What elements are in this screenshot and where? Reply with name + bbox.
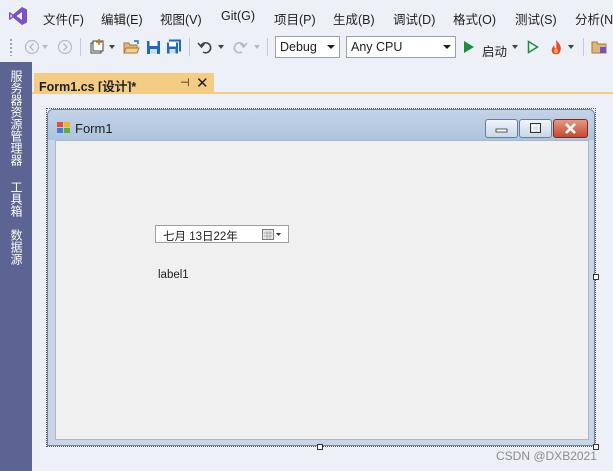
- form-icon: [57, 122, 70, 133]
- datetimepicker[interactable]: 七月 13日22年: [155, 225, 289, 243]
- open-folder-icon[interactable]: [121, 37, 141, 57]
- form-title: Form1: [75, 121, 113, 136]
- tab-form1-designer[interactable]: Form1.cs [设计]* ⊣ ✕: [34, 73, 214, 94]
- watermark: CSDN @DXB2021: [496, 449, 597, 463]
- minimize-icon: [495, 128, 508, 133]
- data-sources-tab[interactable]: 数据源: [8, 229, 24, 265]
- platform-dropdown[interactable]: Any CPU: [346, 36, 456, 58]
- maximize-icon: [530, 123, 541, 133]
- calendar-dropdown-icon[interactable]: [262, 228, 284, 244]
- menu-format[interactable]: 格式(O): [453, 9, 496, 28]
- toolbar-separator: [189, 38, 190, 56]
- menu-edit[interactable]: 编辑(E): [101, 9, 143, 28]
- redo-icon[interactable]: [230, 37, 250, 57]
- menu-test[interactable]: 测试(S): [515, 9, 557, 28]
- caption-buttons: [485, 119, 588, 138]
- toolbox-tab[interactable]: 工具箱: [8, 181, 24, 217]
- menu-view[interactable]: 视图(V): [160, 9, 202, 28]
- close-icon: [565, 123, 576, 134]
- form-window[interactable]: Form1: [47, 109, 595, 446]
- menu-build[interactable]: 生成(B): [333, 9, 375, 28]
- server-explorer-tab[interactable]: 服务器资源管理器: [8, 70, 24, 166]
- new-project-icon[interactable]: [87, 37, 107, 57]
- close-icon[interactable]: ✕: [196, 74, 209, 92]
- configuration-value: Debug: [280, 40, 317, 54]
- menu-file[interactable]: 文件(F): [43, 9, 84, 28]
- menu-git[interactable]: Git(G): [221, 9, 255, 23]
- close-button[interactable]: [553, 119, 588, 138]
- standard-toolbar: Debug Any CPU 启动: [0, 32, 613, 62]
- form-client-area[interactable]: [55, 140, 589, 440]
- save-all-icon[interactable]: [164, 37, 184, 57]
- hot-reload-dropdown-icon[interactable]: [566, 37, 576, 57]
- menu-project[interactable]: 项目(P): [274, 9, 316, 28]
- platform-value: Any CPU: [351, 40, 403, 54]
- toolbar-separator: [583, 38, 584, 56]
- chevron-down-icon: [327, 45, 335, 49]
- side-tool-window-bar: 服务器资源管理器 工具箱 数据源: [0, 62, 32, 471]
- menu-analyze[interactable]: 分析(N: [575, 9, 613, 28]
- save-icon[interactable]: [143, 37, 163, 57]
- minimize-button[interactable]: [485, 119, 518, 138]
- toolbar-separator: [80, 38, 81, 56]
- back-dropdown-icon[interactable]: [40, 37, 50, 57]
- start-icon[interactable]: [461, 37, 477, 57]
- undo-icon[interactable]: [195, 37, 215, 57]
- form-titlebar[interactable]: Form1: [48, 110, 594, 140]
- pin-icon[interactable]: ⊣: [180, 76, 190, 89]
- configuration-dropdown[interactable]: Debug: [275, 36, 340, 58]
- resize-handle-right[interactable]: [593, 274, 599, 280]
- datetimepicker-value: 七月 13日22年: [163, 231, 238, 243]
- chevron-down-icon: [443, 45, 451, 49]
- forward-icon[interactable]: [55, 37, 75, 57]
- start-without-debug-icon[interactable]: [525, 37, 541, 57]
- undo-dropdown-icon[interactable]: [216, 37, 226, 57]
- toolbar-grip[interactable]: [9, 38, 13, 56]
- hot-reload-icon[interactable]: [546, 37, 566, 57]
- visual-studio-logo-icon[interactable]: [8, 6, 28, 26]
- toolbar-separator: [267, 38, 268, 56]
- menu-bar: 文件(F) 编辑(E) 视图(V) Git(G) 项目(P) 生成(B) 调试(…: [0, 0, 613, 32]
- maximize-button[interactable]: [519, 119, 552, 138]
- solution-explorer-icon[interactable]: [589, 37, 609, 57]
- menu-debug[interactable]: 调试(D): [393, 9, 435, 28]
- new-project-dropdown-icon[interactable]: [107, 37, 117, 57]
- document-tab-strip: Form1.cs [设计]* ⊣ ✕: [32, 62, 613, 94]
- back-icon[interactable]: [22, 37, 42, 57]
- start-button-label[interactable]: 启动: [482, 41, 507, 60]
- redo-dropdown-icon[interactable]: [252, 37, 262, 57]
- resize-handle-bottom[interactable]: [317, 444, 323, 450]
- start-dropdown-icon[interactable]: [510, 37, 520, 57]
- label1[interactable]: label1: [158, 269, 189, 281]
